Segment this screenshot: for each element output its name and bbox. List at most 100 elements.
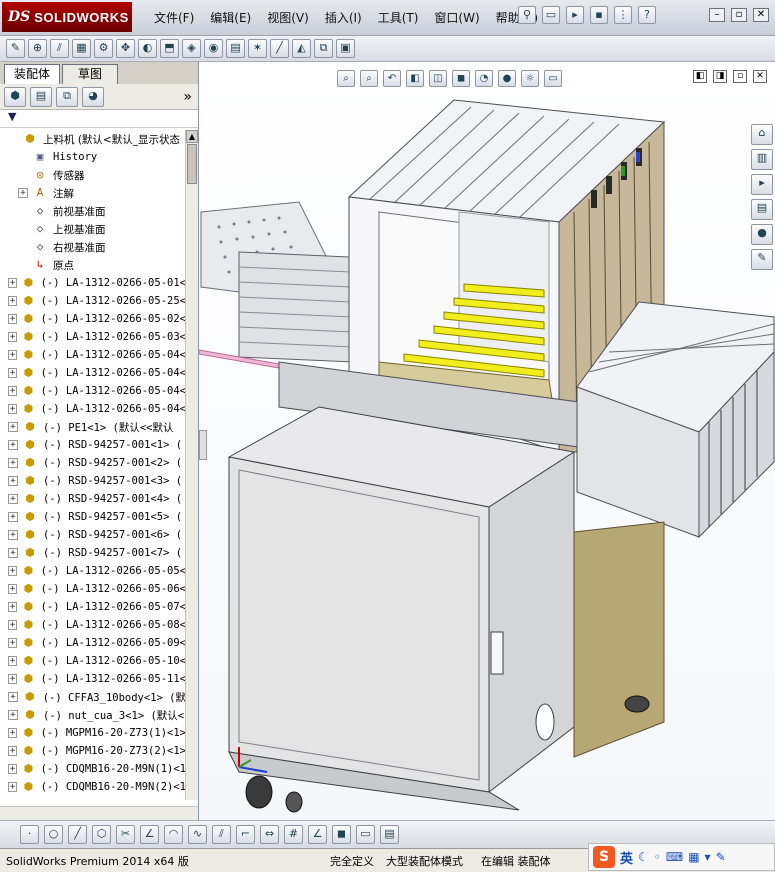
expand-icon[interactable]: + (8, 404, 18, 414)
tree-row[interactable]: + ⬢ (-) RSD-94257-001<5> ( (0, 508, 186, 526)
arc-icon[interactable]: ◠ (164, 825, 183, 844)
close-icon[interactable]: ✕ (753, 8, 769, 22)
tree-row[interactable]: + ⬢ (-) LA-1312-0266-05-01< (0, 274, 186, 292)
skin-icon[interactable]: ▾ (705, 850, 711, 864)
tree-row[interactable]: + ⬢ (-) LA-1312-0266-05-04< (0, 400, 186, 418)
new-document-icon[interactable]: ▭ (542, 6, 560, 24)
view-palette-icon[interactable]: ▤ (751, 199, 773, 220)
solidworks-logo[interactable]: DS SOLIDWORKS (2, 2, 132, 32)
expand-icon[interactable]: + (8, 314, 18, 324)
tree-row[interactable]: + ⬢ (-) LA-1312-0266-05-04< (0, 364, 186, 382)
spline-icon[interactable]: ∿ (188, 825, 207, 844)
reference-geometry-icon[interactable]: ◈ (182, 39, 201, 58)
tree-row[interactable]: + ⬢ (-) LA-1312-0266-05-04< (0, 346, 186, 364)
expand-icon[interactable]: + (8, 746, 18, 756)
property-manager-icon[interactable]: ▤ (30, 86, 52, 107)
smart-dimension-icon[interactable]: ⇔ (260, 825, 279, 844)
tree-row[interactable]: + ⬢ (-) MGPM16-20-Z73(1)<1> (0, 724, 186, 742)
smart-fasteners-icon[interactable]: ⚙ (94, 39, 113, 58)
expand-icon[interactable]: + (8, 692, 18, 702)
exploded-view-icon[interactable]: ✶ (248, 39, 267, 58)
expand-icon[interactable]: + (8, 530, 18, 540)
tree-row[interactable]: ◇ 前视基准面 (0, 202, 186, 220)
restore-icon[interactable]: ▫ (731, 8, 747, 22)
expand-icon[interactable]: + (8, 386, 18, 396)
grid-menu-icon[interactable]: ▦ (688, 850, 699, 864)
menu-edit[interactable]: 编辑(E) (202, 9, 259, 26)
graphics-viewport[interactable]: ⌕ ⌕ ↶ ◧ ◫ ◼ ◔ ● ☼ ▭ ◧ ◨ ▫ ✕ ⌂ ▥ ▸ ▤ ● ✎ (199, 62, 775, 820)
expand-icon[interactable]: + (18, 188, 28, 198)
assembly-features-icon[interactable]: ⬒ (160, 39, 179, 58)
tree-row[interactable]: + ⬢ (-) RSD-94257-001<4> ( (0, 490, 186, 508)
appearances-icon[interactable]: ● (751, 224, 773, 245)
expand-icon[interactable]: + (8, 368, 18, 378)
display-shaded-icon[interactable]: ◼ (332, 825, 351, 844)
angle-icon[interactable]: ∠ (308, 825, 327, 844)
line-icon[interactable]: ╱ (68, 825, 87, 844)
open-folder-icon[interactable]: ▸ (566, 6, 584, 24)
configuration-manager-icon[interactable]: ⧉ (56, 86, 78, 107)
tree-row[interactable]: ◇ 右视基准面 (0, 238, 186, 256)
expand-icon[interactable]: + (8, 494, 18, 504)
tree-horizontal-scrollbar[interactable] (0, 806, 198, 820)
tree-row[interactable]: ◇ 上视基准面 (0, 220, 186, 238)
offset-icon[interactable]: ⫽ (212, 825, 231, 844)
tree-row[interactable]: + ⬢ (-) LA-1312-0266-05-04< (0, 382, 186, 400)
tree-row[interactable]: + ⬢ (-) LA-1312-0266-05-10< (0, 652, 186, 670)
tree-row[interactable]: + ⬢ (-) RSD-94257-001<3> ( (0, 472, 186, 490)
tree-row[interactable]: + ⬢ (-) CDQMB16-20-M9N(1)<1 (0, 760, 186, 778)
tree-row[interactable]: + ⬢ (-) LA-1312-0266-05-09< (0, 634, 186, 652)
expand-icon[interactable]: + (8, 602, 18, 612)
expand-icon[interactable]: + (8, 278, 18, 288)
tree-row[interactable]: ▣ History (0, 148, 186, 166)
expand-icon[interactable]: + (8, 584, 18, 594)
expand-icon[interactable]: + (8, 440, 18, 450)
display-manager-icon[interactable]: ◕ (82, 86, 104, 107)
punctuation-icon[interactable]: ◦ (654, 850, 661, 864)
minimize-icon[interactable]: – (709, 8, 725, 22)
expand-icon[interactable]: + (8, 764, 18, 774)
tree-row[interactable]: + A 注解 (0, 184, 186, 202)
tab-assembly[interactable]: 装配体 (4, 64, 60, 84)
expand-icon[interactable]: + (8, 566, 18, 576)
tree-row[interactable]: + ⬢ (-) PE1<1> (默认<<默认 (0, 418, 186, 436)
tree-row[interactable]: + ⬢ (-) MGPM16-20-Z73(2)<1> (0, 742, 186, 760)
tree-row[interactable]: ◎ 传感器 (0, 166, 186, 184)
file-explorer-icon[interactable]: ▸ (751, 174, 773, 195)
new-motion-study-icon[interactable]: ◉ (204, 39, 223, 58)
tree-row[interactable]: + ⬢ (-) CFFA3_10body<1> (默 (0, 688, 186, 706)
instant3d-icon[interactable]: ◭ (292, 39, 311, 58)
save-icon[interactable]: ▪ (590, 6, 608, 24)
bill-of-materials-icon[interactable]: ▤ (226, 39, 245, 58)
scroll-thumb[interactable] (187, 144, 197, 184)
ime-language[interactable]: 英 (620, 848, 633, 867)
explode-line-icon[interactable]: ╱ (270, 39, 289, 58)
help-icon[interactable]: ? (638, 6, 656, 24)
tree-row[interactable]: ⬢ 上料机 (默认<默认_显示状态 (0, 130, 186, 148)
tree-row[interactable]: + ⬢ (-) LA-1312-0266-05-03< (0, 328, 186, 346)
expand-icon[interactable]: + (8, 296, 18, 306)
wrench-icon[interactable]: ✎ (716, 850, 726, 864)
display-wireframe-icon[interactable]: ▭ (356, 825, 375, 844)
tree-row[interactable]: + ⬢ (-) RSD-94257-001<6> ( (0, 526, 186, 544)
feature-manager-icon[interactable]: ⬢ (4, 86, 26, 107)
tab-sketch[interactable]: 草图 (62, 64, 118, 84)
scroll-up-icon[interactable]: ▲ (186, 130, 198, 143)
tree-row[interactable]: + ⬢ (-) LA-1312-0266-05-11< (0, 670, 186, 688)
solidworks-resources-icon[interactable]: ⌂ (751, 124, 773, 145)
tree-row[interactable]: + ⬢ (-) LA-1312-0266-05-05< (0, 562, 186, 580)
expand-icon[interactable]: + (8, 350, 18, 360)
expand-icon[interactable]: + (8, 638, 18, 648)
expand-icon[interactable]: + (8, 620, 18, 630)
pin-icon[interactable]: ⚲ (518, 6, 536, 24)
linear-pattern-icon[interactable]: ▦ (72, 39, 91, 58)
tree-row[interactable]: ↳ 原点 (0, 256, 186, 274)
filter-icon[interactable]: ▼ (8, 110, 16, 123)
snapshot-icon[interactable]: ▣ (336, 39, 355, 58)
sogou-logo[interactable]: S (593, 846, 615, 868)
expand-icon[interactable]: + (8, 422, 18, 432)
edit-component-icon[interactable]: ✎ (6, 39, 25, 58)
moon-icon[interactable]: ☾ (638, 850, 649, 864)
custom-properties-icon[interactable]: ✎ (751, 249, 773, 270)
tree-row[interactable]: + ⬢ (-) LA-1312-0266-05-06< (0, 580, 186, 598)
